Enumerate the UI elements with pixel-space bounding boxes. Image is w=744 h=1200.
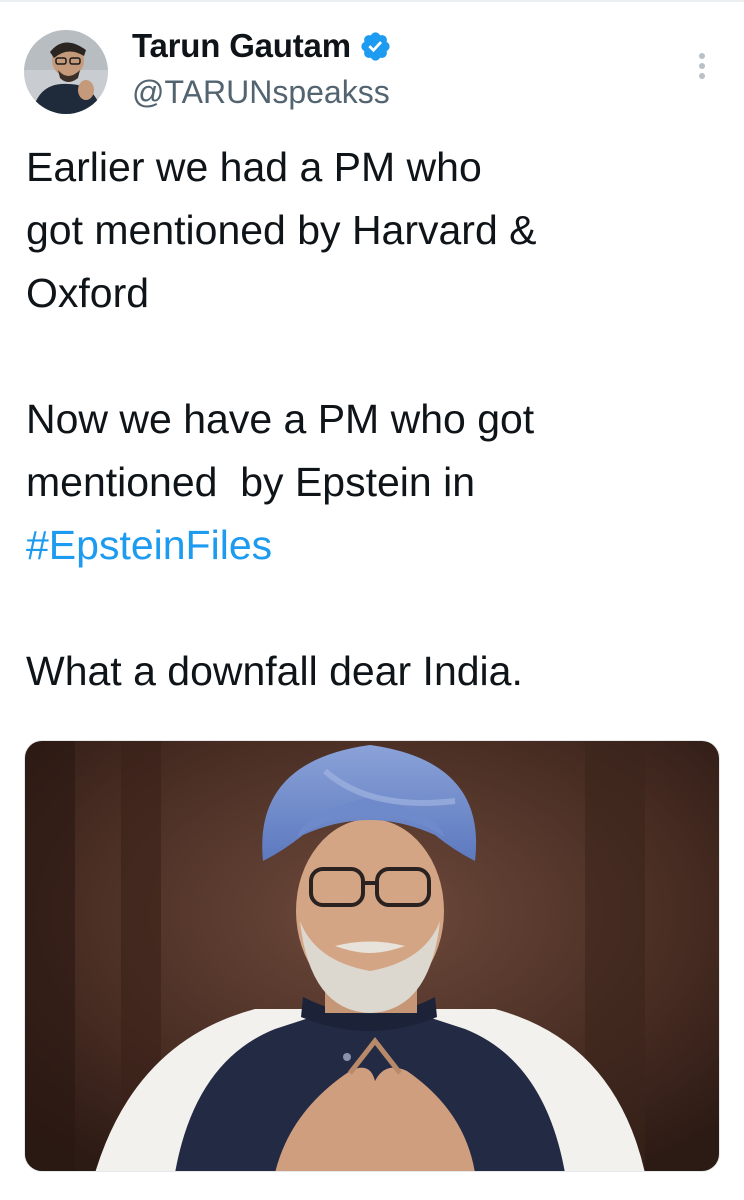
more-options-icon <box>699 53 705 79</box>
tweet-paragraph-3: What a downfall dear India. <box>26 648 523 694</box>
author-name-row[interactable]: Tarun Gautam <box>132 24 392 68</box>
tweet-paragraph-2-text: Now we have a PM who got mentioned by Ep… <box>26 396 535 505</box>
verified-badge-icon <box>361 31 390 61</box>
tweet-text: Earlier we had a PM who got mentioned by… <box>26 136 726 703</box>
more-options-button[interactable] <box>682 46 722 86</box>
author-handle[interactable]: @TARUNspeakss <box>132 74 390 111</box>
author-display-name[interactable]: Tarun Gautam <box>132 27 351 65</box>
author-avatar[interactable] <box>24 30 108 114</box>
tweet-paragraph-1: Earlier we had a PM who got mentioned by… <box>26 144 537 316</box>
tweet-media-photo[interactable] <box>24 740 720 1172</box>
top-divider <box>0 0 744 2</box>
portrait-photo <box>25 741 719 1171</box>
tweet-paragraph-2: Now we have a PM who got mentioned by Ep… <box>26 388 726 577</box>
hashtag-link[interactable]: #EpsteinFiles <box>26 522 272 568</box>
avatar-photo <box>24 30 108 114</box>
